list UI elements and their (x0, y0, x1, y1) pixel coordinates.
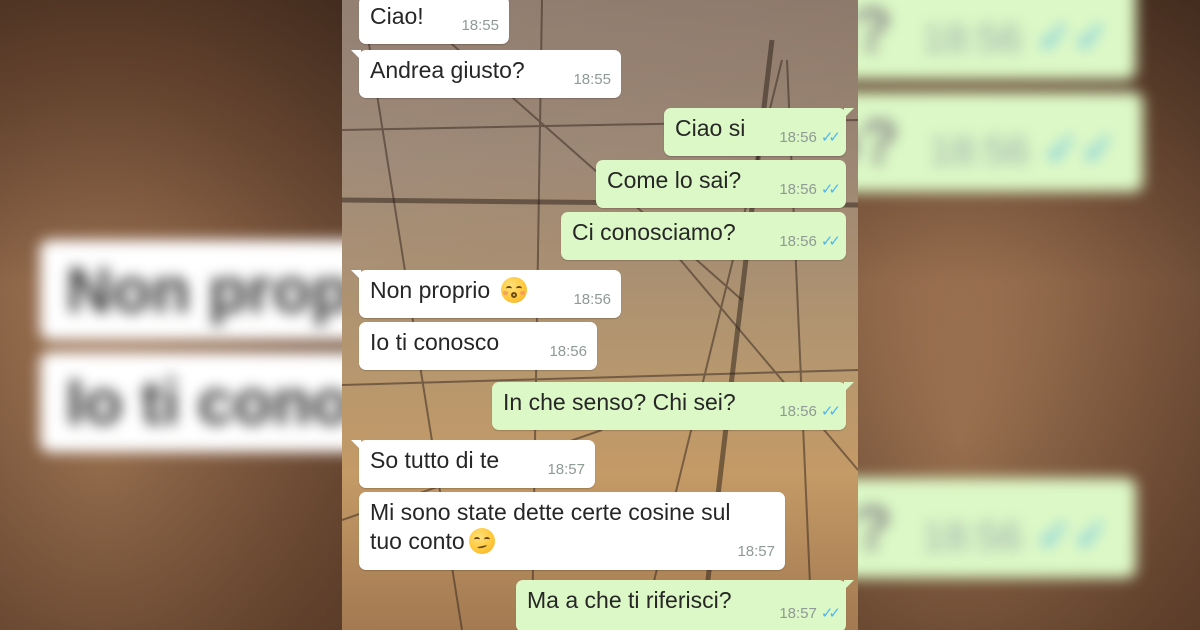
blurred-bubble-non-proprio: Non proprio (40, 240, 342, 340)
smirking-face-emoji (468, 528, 495, 554)
blurred-bubble-out-1: sai?18:56✓✓ (858, 0, 1136, 80)
message-incoming[interactable]: Mi sono state dette certe cosine sul tuo… (359, 492, 785, 570)
chat-conversation: Ciao! 18:55 Andrea giusto? 18:55 Ciao si… (342, 0, 858, 630)
blurred-bubble-io-ti-conosco: Io ti conosco (40, 352, 342, 452)
read-double-check-icon: ✓✓ (820, 233, 841, 250)
read-double-check-icon: ✓✓ (820, 403, 841, 420)
blurred-background-right: sai?18:56✓✓ mo?18:56✓✓ sei?18:56✓✓ (858, 0, 1200, 630)
read-double-check-icon: ✓✓ (820, 605, 841, 622)
message-incoming[interactable]: So tutto di te 18:57 (351, 440, 595, 488)
kissing-closed-eyes-emoji (500, 277, 527, 303)
blurred-bubble-out-2: mo?18:56✓✓ (858, 92, 1143, 192)
message-timestamp: 18:56 (779, 403, 817, 420)
message-timestamp: 18:57 (737, 543, 775, 560)
message-timestamp: 18:56 (779, 233, 817, 250)
message-outgoing[interactable]: In che senso? Chi sei? 18:56 ✓✓ (492, 382, 854, 430)
message-text: Non proprio (370, 277, 491, 303)
message-meta: 18:56 ✓✓ (779, 397, 841, 426)
blurred-bubble-out-3: sei?18:56✓✓ (858, 478, 1136, 578)
read-double-check-icon: ✓✓ (820, 181, 841, 198)
message-text-line-2: tuo conto (370, 528, 465, 554)
message-text: In che senso? Chi sei? (503, 389, 736, 415)
read-double-check-icon: ✓✓ (820, 129, 841, 146)
message-timestamp: 18:55 (573, 71, 611, 88)
message-meta: 18:56 ✓✓ (779, 227, 841, 256)
message-meta: 18:57 ✓✓ (779, 599, 841, 628)
message-timestamp: 18:56 (573, 291, 611, 308)
message-text: So tutto di te (370, 447, 500, 473)
message-incoming[interactable]: Io ti conosco 18:56 (359, 322, 597, 370)
blurred-background-left: Non proprio Io ti conosco (0, 0, 342, 630)
message-text: Io ti conosco (370, 329, 500, 355)
message-timestamp: 18:57 (547, 461, 585, 478)
message-outgoing[interactable]: Ci conosciamo? 18:56 ✓✓ (561, 212, 846, 260)
message-text: Ciao si (675, 115, 746, 141)
message-outgoing[interactable]: Ma a che ti riferisci? 18:57 ✓✓ (516, 580, 854, 630)
message-incoming[interactable]: Andrea giusto? 18:55 (351, 50, 621, 98)
message-meta: 18:56 ✓✓ (779, 123, 841, 152)
message-outgoing[interactable]: Ciao si 18:56 ✓✓ (664, 108, 854, 156)
message-text: Come lo sai? (607, 167, 742, 193)
message-timestamp: 18:55 (461, 17, 499, 34)
message-text: Ci conosciamo? (572, 219, 736, 245)
message-text-line-1: Mi sono state dette certe cosine sul (370, 499, 731, 525)
message-incoming[interactable]: Non proprio 18:56 (351, 270, 621, 318)
message-outgoing[interactable]: Come lo sai? 18:56 ✓✓ (596, 160, 846, 208)
message-timestamp: 18:57 (779, 605, 817, 622)
message-meta: 18:56 ✓✓ (779, 175, 841, 204)
message-text: Andrea giusto? (370, 57, 525, 83)
message-timestamp: 18:56 (549, 343, 587, 360)
message-text: Ciao! (370, 3, 424, 29)
message-text: Ma a che ti riferisci? (527, 587, 732, 613)
message-timestamp: 18:56 (779, 181, 817, 198)
message-timestamp: 18:56 (779, 129, 817, 146)
message-incoming[interactable]: Ciao! 18:55 (359, 0, 509, 44)
